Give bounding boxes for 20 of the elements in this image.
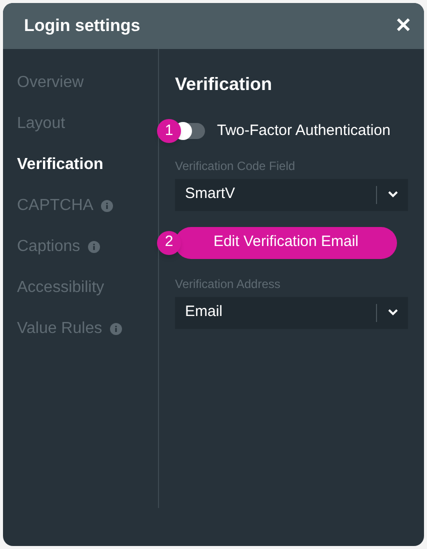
edit-email-button[interactable]: Edit Verification Email xyxy=(175,226,397,258)
sidebar-item[interactable]: Layout xyxy=(17,112,66,136)
field-label: Verification Code Field xyxy=(175,158,296,174)
sidebar-item[interactable]: Overview xyxy=(17,71,84,95)
sidebar-item[interactable]: Accessibility xyxy=(17,276,104,300)
sidebar-item[interactable]: CAPTCHA xyxy=(17,194,94,218)
sidebar-item[interactable]: Verification xyxy=(17,153,104,177)
chevron-down-icon xyxy=(388,191,398,198)
close-button[interactable]: ✕ xyxy=(395,16,412,36)
field-label: Verification Address xyxy=(175,276,282,292)
window-title: Login settings xyxy=(24,15,140,38)
sidebar-item[interactable]: Captions xyxy=(17,235,80,259)
sidebar-item[interactable]: Value Rules xyxy=(17,317,102,341)
dropdown[interactable]: SmartV xyxy=(175,178,408,210)
toggle-label: Two-Factor Authentication xyxy=(217,121,390,141)
dropdown[interactable]: Email xyxy=(175,296,408,328)
chevron-down-icon xyxy=(388,309,398,316)
step-badge: 2 xyxy=(157,230,181,254)
step-badge: 1 xyxy=(157,119,181,144)
section-title: Verification xyxy=(175,73,274,96)
